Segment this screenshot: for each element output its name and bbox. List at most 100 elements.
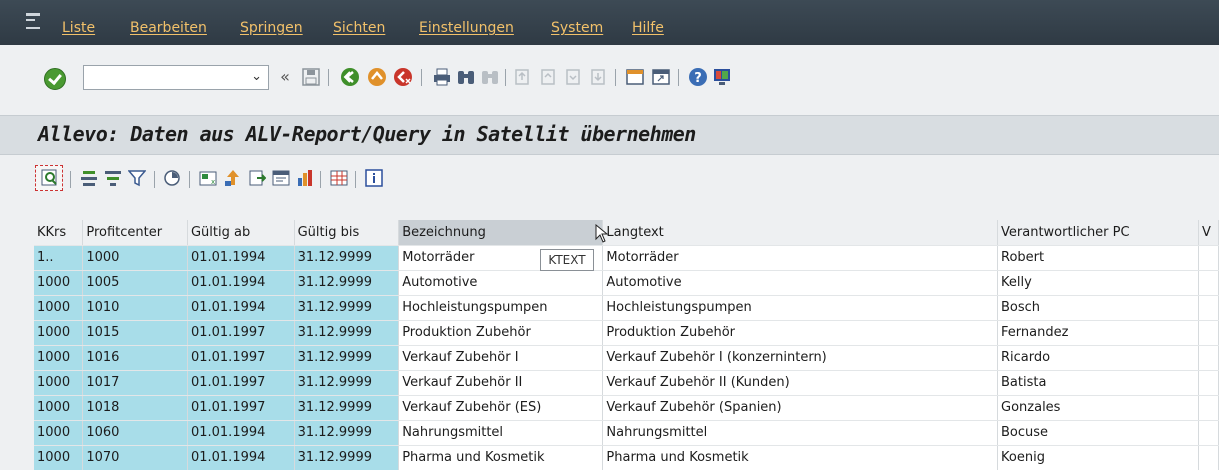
table-cell[interactable] [1198,245,1219,271]
details-button[interactable] [35,165,63,191]
column-header-bezeichnung[interactable]: Bezeichnung [398,220,604,246]
table-cell[interactable]: 1016 [82,345,188,371]
table-cell[interactable]: 1017 [82,370,188,396]
table-cell[interactable]: 1000 [34,420,84,446]
table-cell[interactable]: 1000 [34,270,84,296]
table-cell[interactable]: Automotive [602,270,999,296]
column-header-kkrs[interactable]: KKrs [34,220,84,246]
filter-icon[interactable] [127,169,147,187]
table-cell[interactable]: 1000 [34,395,84,421]
table-cell[interactable]: 1018 [82,395,188,421]
previous-page-icon[interactable] [539,67,559,87]
shortcut-icon[interactable] [651,67,671,87]
table-cell[interactable]: 31.12.9999 [294,295,400,321]
table-cell[interactable]: Produktion Zubehör [398,320,604,346]
table-row[interactable]: 1000 1060 01.01.1994 31.12.9999 Nahrungsmitt… [34,420,1219,446]
table-cell[interactable]: Kelly [997,270,1200,296]
enter-button[interactable] [44,68,66,90]
table-cell[interactable]: 01.01.1994 [187,420,295,446]
table-cell[interactable]: Bocuse [997,420,1200,446]
new-session-icon[interactable] [625,67,645,87]
table-row[interactable]: 1000 1017 01.01.1997 31.12.9999 Verkauf Zube… [34,370,1219,396]
word-processing-icon[interactable] [272,169,290,187]
menu-hilfe[interactable]: Hilfe [632,20,664,36]
change-layout-icon[interactable] [330,169,348,187]
table-cell[interactable] [1198,295,1219,321]
find-icon[interactable] [456,67,476,87]
table-cell[interactable]: 01.01.1994 [187,445,295,470]
table-cell[interactable]: 1000 [34,320,84,346]
table-cell[interactable] [1198,445,1219,470]
table-cell[interactable]: Fernandez [997,320,1200,346]
menu-bearbeiten[interactable]: Bearbeiten [130,20,207,36]
transfer-icon[interactable] [224,169,242,187]
next-page-icon[interactable] [564,67,584,87]
system-menu-icon[interactable] [26,13,40,29]
table-cell[interactable]: 01.01.1997 [187,345,295,371]
table-cell[interactable]: 1000 [82,245,188,271]
table-cell[interactable]: Nahrungsmittel [602,420,999,446]
table-cell[interactable]: Gonzales [997,395,1200,421]
table-cell[interactable]: 1000 [34,345,84,371]
customize-layout-icon[interactable] [712,67,732,87]
table-cell[interactable]: 1000 [34,295,84,321]
table-cell[interactable]: 01.01.1994 [187,245,295,271]
table-cell[interactable]: 1.. [34,245,84,271]
table-cell[interactable]: Robert [997,245,1200,271]
column-header-gueltig-bis[interactable]: Gültig bis [294,220,400,246]
table-cell[interactable]: 1070 [82,445,188,470]
table-cell[interactable]: Verkauf Zubehör II [398,370,604,396]
menu-system[interactable]: System [551,20,603,36]
table-cell[interactable]: 31.12.9999 [294,445,400,470]
cancel-icon[interactable] [393,67,413,87]
table-cell[interactable]: Batista [997,370,1200,396]
table-cell[interactable]: 1005 [82,270,188,296]
table-cell[interactable] [1198,345,1219,371]
graphic-icon[interactable] [296,169,314,187]
save-icon[interactable] [301,67,321,87]
table-row[interactable]: 1000 1018 01.01.1997 31.12.9999 Verkauf Zube… [34,395,1219,421]
table-cell[interactable]: Motorräder [602,245,999,271]
table-cell[interactable]: Verkauf Zubehör (ES) [398,395,604,421]
table-cell[interactable]: Verkauf Zubehör I (konzernintern) [602,345,999,371]
table-cell[interactable]: 1000 [34,445,84,470]
table-cell[interactable]: 1000 [34,370,84,396]
sort-descending-icon[interactable] [104,169,122,187]
find-next-icon[interactable] [480,67,500,87]
table-cell[interactable]: Hochleistungspumpen [602,295,999,321]
sort-ascending-icon[interactable] [80,169,98,187]
table-cell[interactable] [1198,395,1219,421]
menu-springen[interactable]: Springen [240,20,303,36]
table-row[interactable]: 1000 1070 01.01.1994 31.12.9999 Pharma und K… [34,445,1219,470]
table-cell[interactable]: 31.12.9999 [294,395,400,421]
table-cell[interactable]: Bosch [997,295,1200,321]
table-cell[interactable]: Pharma und Kosmetik [398,445,604,470]
table-row[interactable]: 1000 1016 01.01.1997 31.12.9999 Verkauf Zube… [34,345,1219,371]
chevron-down-icon[interactable]: ⌄ [251,69,262,84]
table-cell[interactable]: 01.01.1997 [187,370,295,396]
exit-icon[interactable] [367,67,387,87]
table-cell[interactable]: Verkauf Zubehör I [398,345,604,371]
collapse-icon[interactable]: « [275,67,295,87]
column-header-verantwortlicher-pc[interactable]: Verantwortlicher PC [997,220,1200,246]
table-cell[interactable]: 31.12.9999 [294,245,400,271]
table-row[interactable]: 1000 1005 01.01.1994 31.12.9999 Automotive Au… [34,270,1219,296]
table-cell[interactable]: 1060 [82,420,188,446]
table-cell[interactable]: 01.01.1994 [187,270,295,296]
totals-icon[interactable] [163,169,181,187]
command-field[interactable]: ⌄ [83,65,269,90]
table-cell[interactable]: Ricardo [997,345,1200,371]
table-cell[interactable]: 31.12.9999 [294,270,400,296]
column-header-langtext[interactable]: Langtext [602,220,999,246]
table-cell[interactable]: 31.12.9999 [294,370,400,396]
table-cell[interactable]: Produktion Zubehör [602,320,999,346]
table-cell[interactable]: Automotive [398,270,604,296]
back-icon[interactable] [340,67,360,87]
table-cell[interactable] [1198,370,1219,396]
table-row[interactable]: 1000 1015 01.01.1997 31.12.9999 Produktion Z… [34,320,1219,346]
table-cell[interactable]: Verkauf Zubehör (Spanien) [602,395,999,421]
print-icon[interactable] [432,67,452,87]
table-cell[interactable] [1198,320,1219,346]
menu-einstellungen[interactable]: Einstellungen [419,20,514,36]
table-cell[interactable] [1198,420,1219,446]
